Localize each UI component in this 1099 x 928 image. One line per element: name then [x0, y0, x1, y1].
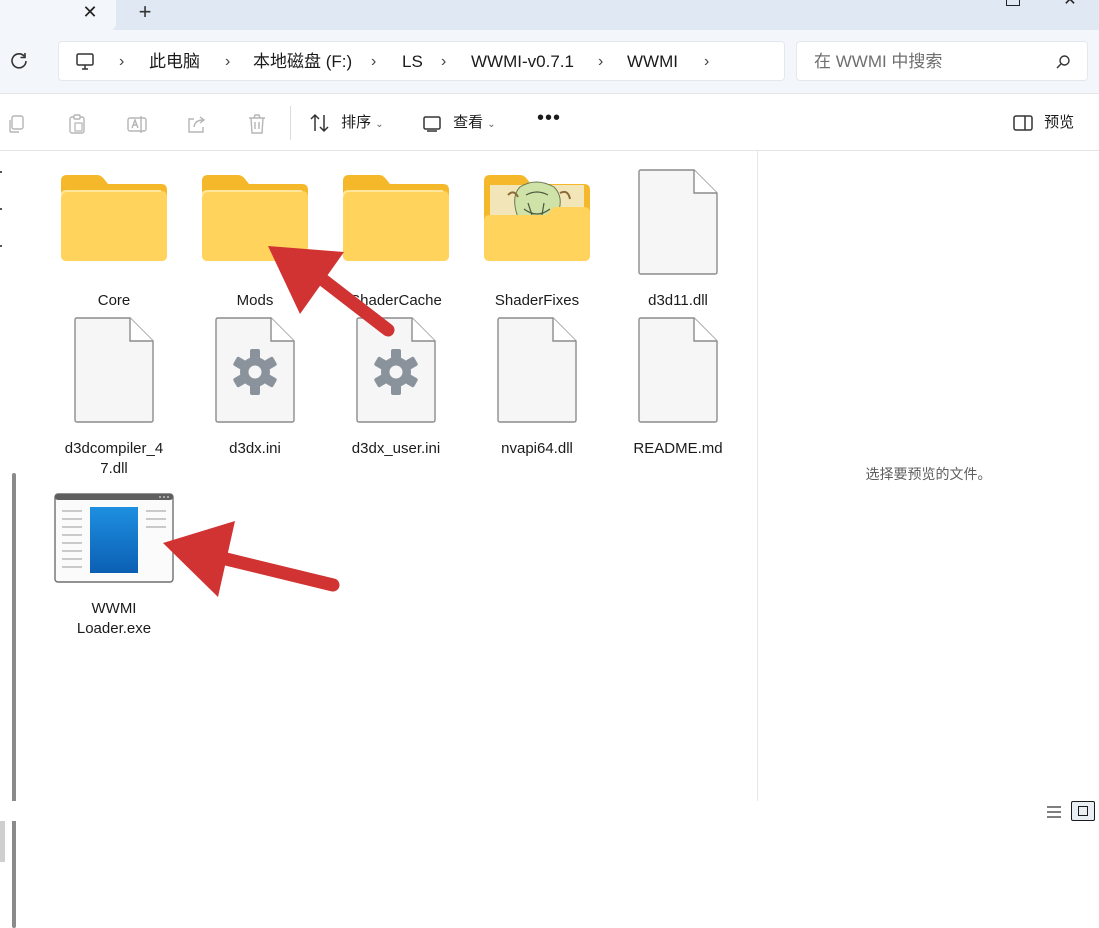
- file-name: nvapi64.dll: [501, 440, 573, 457]
- breadcrumb[interactable]: › 此电脑 › 本地磁盘 (F:) › LS › WWMI-v0.7.1 › W…: [58, 41, 785, 81]
- file-item-mods[interactable]: Mods: [190, 169, 320, 319]
- folder-icon: [343, 175, 449, 261]
- tab-close-icon[interactable]: ✕: [80, 2, 100, 22]
- file-name: d3dx_user.ini: [351, 440, 441, 457]
- restore-window-icon[interactable]: [1006, 0, 1020, 6]
- file-list: Core Mods ShaderCache ShaderFixes d3d11.…: [24, 151, 757, 801]
- breadcrumb-wwmi[interactable]: WWMI: [627, 51, 678, 73]
- file-name: d3dx.ini: [229, 440, 281, 457]
- generic-file-icon: [638, 169, 718, 275]
- file-name-line: 7.dll: [100, 460, 128, 477]
- toolbar-divider: [290, 106, 291, 140]
- command-bar: 排序 ⌄ 查看 ⌄ ••• 预览: [0, 93, 1099, 151]
- file-name: README.md: [633, 440, 723, 457]
- view-icon: [423, 116, 441, 132]
- navigation-pane-edge: [0, 151, 24, 928]
- breadcrumb-chevron-icon[interactable]: ›: [704, 51, 709, 73]
- scrollbar-thumb[interactable]: [12, 473, 16, 928]
- folder-icon: [202, 175, 308, 261]
- file-item-d3dx-ini[interactable]: d3dx.ini: [190, 317, 320, 467]
- file-item-readme-md[interactable]: README.md: [613, 317, 743, 467]
- view-label: 查看: [453, 114, 484, 131]
- file-item-shaderfixes[interactable]: ShaderFixes: [472, 169, 602, 319]
- file-item-shadercache[interactable]: ShaderCache: [331, 169, 461, 319]
- file-name: d3d11.dll: [648, 292, 708, 309]
- rail-marker: [0, 171, 2, 173]
- rail-marker: [0, 208, 2, 210]
- breadcrumb-ls[interactable]: LS: [402, 51, 423, 73]
- search-placeholder: 在 WWMI 中搜索: [814, 52, 943, 71]
- breadcrumb-wwmi-version[interactable]: WWMI-v0.7.1: [471, 51, 574, 73]
- sort-button[interactable]: 排序 ⌄: [309, 111, 384, 135]
- preview-pane-icon: [1013, 115, 1033, 131]
- image-folder-icon: [484, 175, 590, 261]
- file-name-line: Loader.exe: [76, 620, 152, 637]
- sort-caret-icon: ⌄: [375, 119, 384, 130]
- details-view-icon[interactable]: [1046, 805, 1062, 819]
- settings-file-icon: [215, 317, 295, 423]
- breadcrumb-this-pc[interactable]: 此电脑: [149, 51, 200, 73]
- breadcrumb-chevron-icon[interactable]: ›: [441, 51, 446, 73]
- sort-icon: [310, 113, 329, 133]
- preview-label: 预览: [1044, 114, 1075, 131]
- share-icon[interactable]: [186, 113, 208, 135]
- more-options-icon[interactable]: •••: [537, 107, 561, 130]
- search-input[interactable]: 在 WWMI 中搜索: [796, 41, 1088, 81]
- application-icon: [54, 493, 174, 583]
- tab-strip: ✕ + ✕: [0, 0, 1099, 30]
- rail-selection: [0, 820, 5, 862]
- file-name-line: d3dcompiler_4: [64, 440, 164, 457]
- large-icons-view-icon: [1078, 806, 1088, 816]
- status-bar: [0, 801, 1099, 821]
- file-name: Mods: [236, 292, 274, 309]
- file-item-wwmi-loader-exe[interactable]: WWMI Loader.exe: [49, 487, 179, 642]
- paste-icon[interactable]: [66, 113, 88, 135]
- file-item-core[interactable]: Core: [49, 169, 179, 319]
- generic-file-icon: [74, 317, 154, 423]
- close-window-icon[interactable]: ✕: [1062, 0, 1078, 9]
- file-item-d3dx-user-ini[interactable]: d3dx_user.ini: [331, 317, 461, 467]
- file-name: ShaderFixes: [494, 292, 580, 309]
- delete-icon[interactable]: [246, 113, 268, 135]
- preview-empty-message: 选择要预览的文件。: [865, 466, 992, 482]
- preview-pane: 选择要预览的文件。: [758, 151, 1099, 801]
- file-name: WWMI Loader.exe: [49, 599, 179, 639]
- file-name: d3dcompiler_4 7.dll: [49, 439, 179, 479]
- folder-icon: [61, 175, 167, 261]
- breadcrumb-chevron-icon[interactable]: ›: [598, 51, 603, 73]
- this-pc-icon[interactable]: [75, 52, 95, 72]
- breadcrumb-local-disk[interactable]: 本地磁盘 (F:): [253, 51, 352, 73]
- settings-file-icon: [356, 317, 436, 423]
- rename-icon[interactable]: [126, 113, 148, 135]
- new-tab-icon[interactable]: +: [134, 1, 156, 23]
- rail-marker: [0, 245, 2, 247]
- file-name: ShaderCache: [350, 292, 442, 309]
- sort-label: 排序: [341, 114, 372, 131]
- breadcrumb-chevron-icon[interactable]: ›: [119, 51, 124, 73]
- preview-pane-button[interactable]: 预览: [1012, 111, 1074, 135]
- file-item-nvapi64-dll[interactable]: nvapi64.dll: [472, 317, 602, 467]
- search-icon[interactable]: [1055, 54, 1071, 70]
- active-tab[interactable]: ✕: [0, 0, 116, 30]
- view-button[interactable]: 查看 ⌄: [421, 111, 496, 135]
- file-item-d3d11-dll[interactable]: d3d11.dll: [613, 169, 743, 319]
- refresh-icon[interactable]: [8, 50, 30, 72]
- large-icons-view-button[interactable]: [1071, 801, 1095, 821]
- generic-file-icon: [497, 317, 577, 423]
- file-item-d3dcompiler-dll[interactable]: d3dcompiler_4 7.dll: [49, 317, 179, 477]
- view-caret-icon: ⌄: [487, 119, 496, 130]
- file-name: Core: [97, 292, 131, 309]
- copy-icon[interactable]: [6, 113, 28, 135]
- breadcrumb-chevron-icon[interactable]: ›: [225, 51, 230, 73]
- breadcrumb-chevron-icon[interactable]: ›: [371, 51, 376, 73]
- generic-file-icon: [638, 317, 718, 423]
- file-name-line: WWMI: [91, 600, 137, 617]
